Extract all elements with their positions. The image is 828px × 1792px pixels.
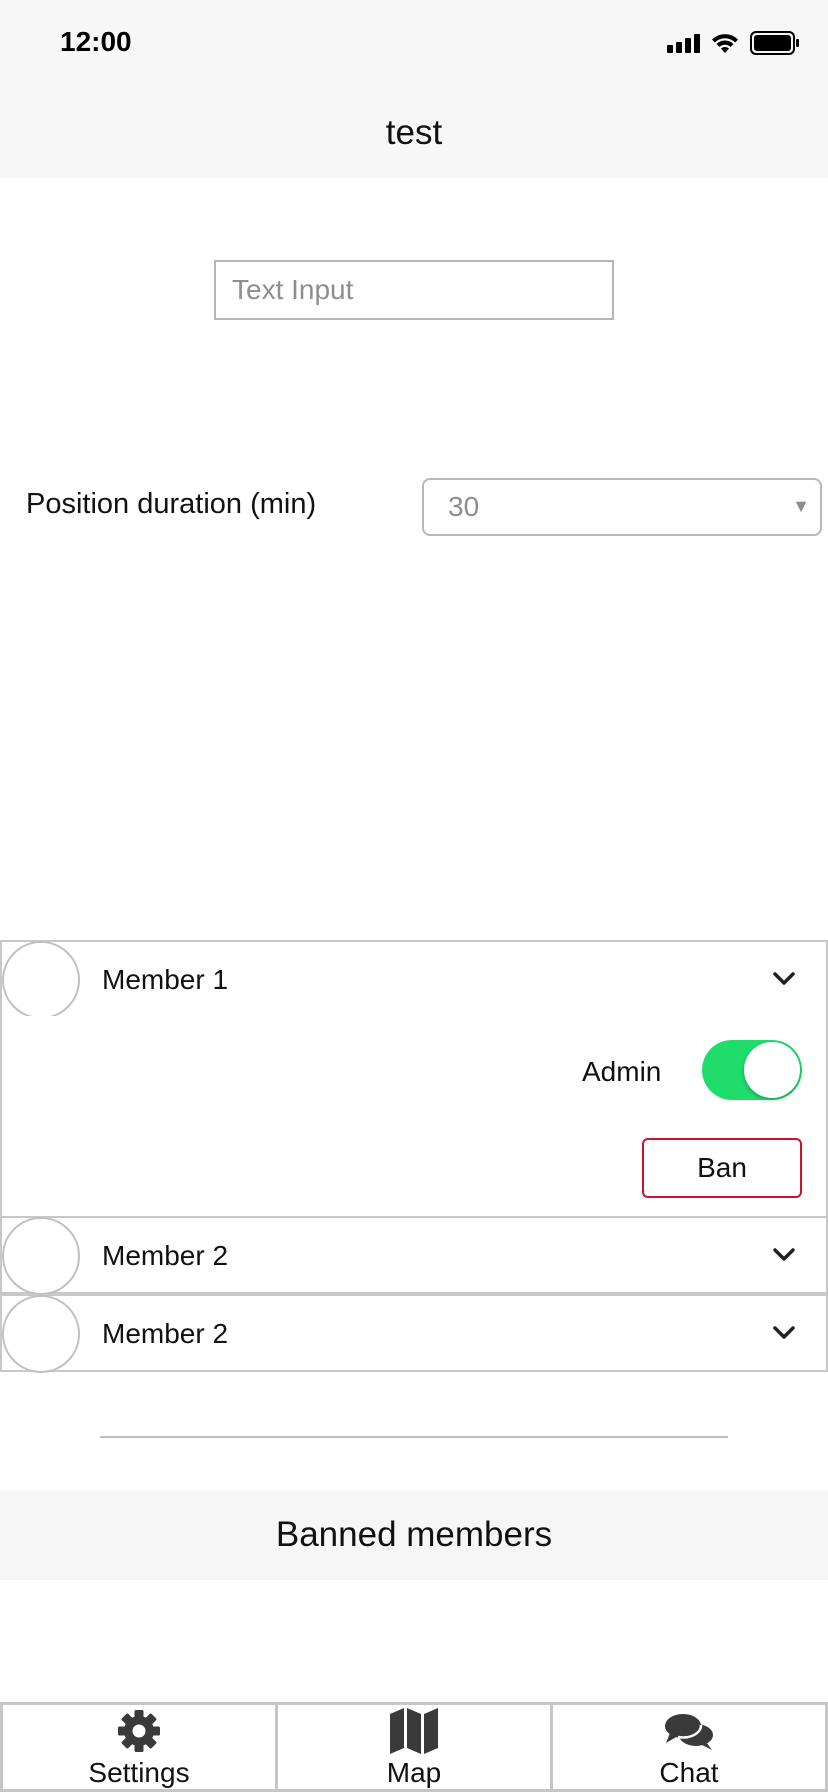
tab-label: Settings bbox=[88, 1757, 190, 1788]
chat-bubbles-icon bbox=[665, 1714, 713, 1750]
member-row[interactable]: Member 2 bbox=[0, 1294, 828, 1373]
ban-button[interactable]: Ban bbox=[642, 1138, 802, 1198]
banned-members-header: Banned members bbox=[0, 1490, 828, 1580]
tab-chat[interactable]: Chat bbox=[553, 1702, 828, 1792]
cellular-signal-icon bbox=[667, 33, 700, 53]
duration-select[interactable]: 30 ▼ bbox=[422, 478, 822, 536]
tab-label: Map bbox=[386, 1757, 442, 1788]
battery-icon bbox=[750, 31, 799, 55]
tab-settings[interactable]: Settings bbox=[0, 1702, 278, 1792]
duration-selected-value: 30 bbox=[448, 491, 480, 522]
chevron-down-icon[interactable] bbox=[770, 1318, 798, 1346]
banned-members-title: Banned members bbox=[275, 1515, 553, 1554]
tab-bar: Settings Map Chat bbox=[0, 1702, 828, 1792]
member-name: Member 1 bbox=[102, 964, 229, 995]
map-icon bbox=[390, 1708, 438, 1754]
wifi-icon bbox=[712, 34, 738, 53]
duration-label: Position duration (min) bbox=[26, 488, 317, 520]
header: test bbox=[0, 88, 828, 178]
gear-icon bbox=[118, 1710, 160, 1752]
chevron-down-icon[interactable] bbox=[770, 964, 798, 992]
caret-down-icon: ▼ bbox=[792, 496, 810, 516]
toggle-knob bbox=[744, 1042, 800, 1098]
member-row[interactable]: Member 2 bbox=[0, 1216, 828, 1295]
status-icons bbox=[667, 30, 800, 56]
admin-label: Admin bbox=[582, 1056, 662, 1087]
member-details-panel: Admin Ban bbox=[0, 1016, 828, 1218]
tab-map[interactable]: Map bbox=[278, 1702, 553, 1792]
member-row[interactable]: Member 1 bbox=[0, 940, 828, 1019]
avatar bbox=[2, 941, 80, 1019]
avatar bbox=[2, 1295, 80, 1373]
admin-toggle[interactable] bbox=[702, 1040, 802, 1100]
page-title: test bbox=[385, 113, 443, 152]
chevron-down-icon[interactable] bbox=[770, 1240, 798, 1268]
text-input[interactable] bbox=[214, 260, 614, 320]
status-time: 12:00 bbox=[60, 26, 132, 57]
tab-label: Chat bbox=[659, 1757, 719, 1788]
avatar bbox=[2, 1217, 80, 1295]
status-bar: 12:00 bbox=[0, 0, 828, 88]
section-divider bbox=[100, 1436, 728, 1438]
member-name: Member 2 bbox=[102, 1318, 229, 1349]
member-name: Member 2 bbox=[102, 1240, 229, 1271]
